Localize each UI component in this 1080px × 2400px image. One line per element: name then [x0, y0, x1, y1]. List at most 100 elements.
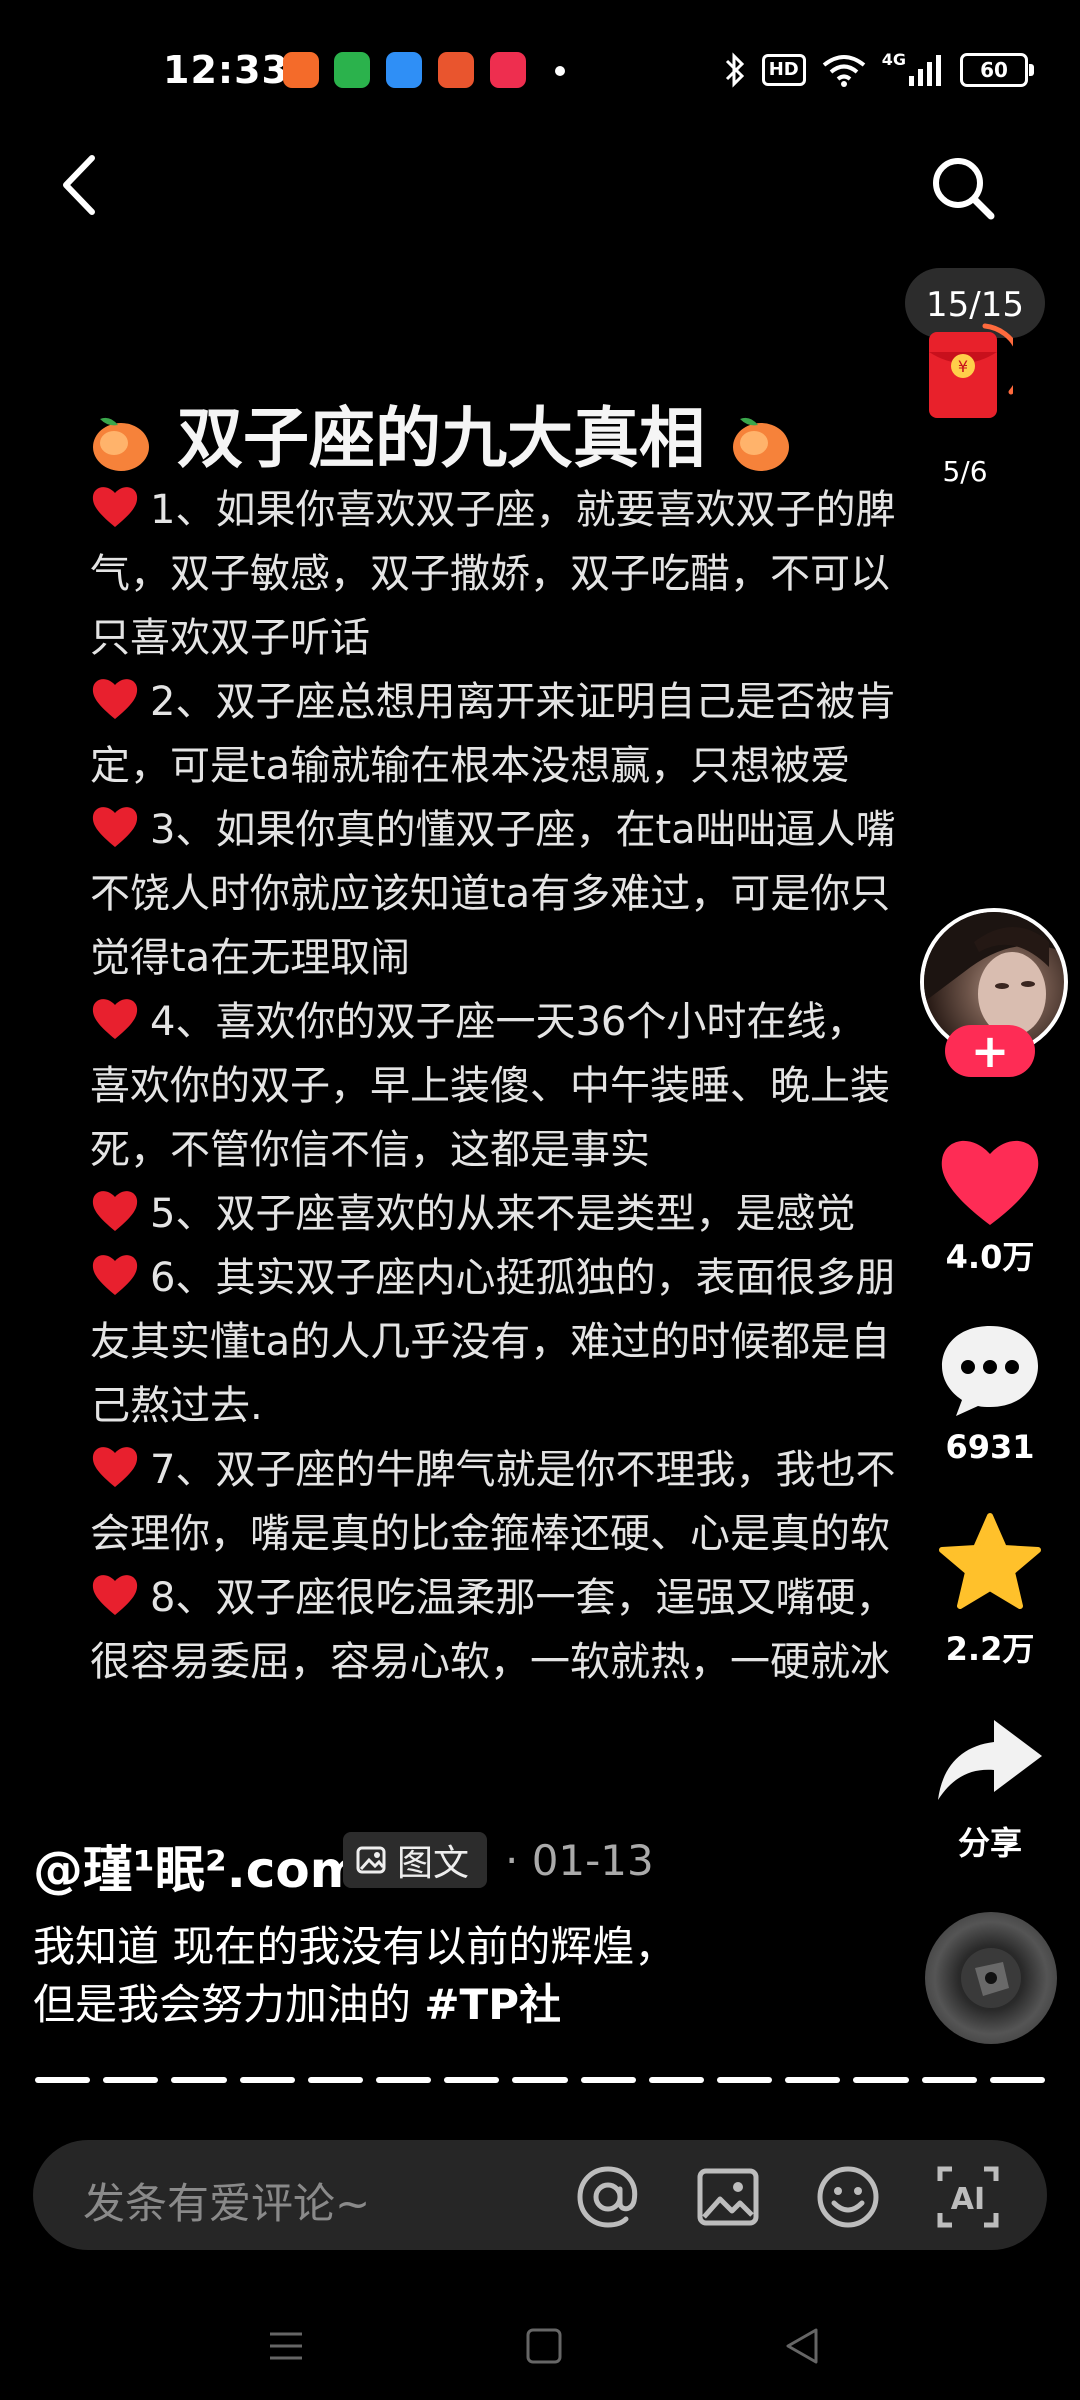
page-dash	[444, 2077, 500, 2083]
post-body: 1、如果你喜欢双子座，就要喜欢双子的脾气，双子敏感，双子撒娇，双子吃醋，不可以只…	[90, 478, 1030, 1694]
post-body-line: 气，双子敏感，双子撒娇，双子吃醋，不可以	[90, 542, 1030, 606]
post-body-line: 觉得ta在无理取闹	[90, 926, 1030, 990]
music-disc-button[interactable]	[925, 1912, 1057, 2044]
post-body-line: 很容易委屈，容易心软，一软就热，一硬就冰	[90, 1630, 1030, 1694]
post-body-text: 5、双子座喜欢的从来不是类型，是感觉	[150, 1191, 856, 1237]
post-body-line: 5、双子座喜欢的从来不是类型，是感觉	[90, 1182, 1030, 1246]
heart-emoji	[92, 679, 138, 719]
heart-emoji	[92, 1191, 138, 1231]
back-button[interactable]	[50, 150, 110, 220]
heart-emoji	[92, 487, 138, 527]
favorite-count: 2.2万	[945, 1630, 1035, 1668]
post-title-text: 双子座的九大真相	[176, 400, 705, 477]
comment-button[interactable]	[930, 1320, 1050, 1420]
peach-emoji	[93, 417, 149, 471]
page-dash	[785, 2077, 841, 2083]
heart-emoji	[92, 1575, 138, 1615]
page-dash	[853, 2077, 909, 2083]
post-body-text: 很容易委屈，容易心软，一软就热，一硬就冰	[90, 1639, 890, 1685]
follow-button[interactable]: +	[945, 1024, 1035, 1078]
heart-emoji	[92, 807, 138, 847]
app-icon-music	[490, 52, 526, 88]
page-dash	[103, 2077, 159, 2083]
image-pagination	[35, 2077, 1046, 2083]
heart-emoji	[92, 1447, 138, 1487]
post-body-line: 友其实懂ta的人几乎没有，难过的时候都是自	[90, 1310, 1030, 1374]
app-icon-orange	[283, 52, 319, 88]
post-body-text: 1、如果你喜欢双子座，就要喜欢双子的脾	[150, 487, 896, 533]
author-name[interactable]: @瑾¹眠².com	[33, 1830, 362, 1902]
page-dash	[171, 2077, 227, 2083]
post-body-line: 1、如果你喜欢双子座，就要喜欢双子的脾	[90, 478, 1030, 542]
status-bar: 12:33 HD 4G 60	[0, 0, 1080, 140]
post-type-label: 图文	[397, 1843, 470, 1884]
home-nav-icon[interactable]	[516, 2318, 572, 2374]
caption-line: 但是我会努力加油的 #TP社	[33, 1976, 833, 2034]
post-body-text: 7、双子座的牛脾气就是你不理我，我也不	[150, 1447, 896, 1493]
back-nav-icon[interactable]	[774, 2318, 830, 2374]
signal-icon	[909, 55, 941, 86]
comment-input[interactable]: 发条有爱评论~	[83, 2170, 370, 2231]
page-dash	[580, 2077, 636, 2083]
favorite-button[interactable]	[930, 1512, 1050, 1612]
page-dash	[717, 2077, 773, 2083]
svg-text:AI: AI	[951, 2182, 985, 2217]
post-body-text: 气，双子敏感，双子撒娇，双子吃醋，不可以	[90, 551, 890, 597]
post-body-text: 喜欢你的双子，早上装傻、中午装睡、晚上装	[90, 1063, 890, 1109]
post-body-line: 2、双子座总想用离开来证明自己是否被肯	[90, 670, 1030, 734]
red-packet-progress: 5/6	[942, 455, 988, 488]
post-body-text: 不饶人时你就应该知道ta有多难过，可是你只	[90, 871, 891, 917]
app-icon-game	[438, 52, 474, 88]
post-body-line: 3、如果你真的懂双子座，在ta咄咄逼人嘴	[90, 798, 1030, 862]
like-count: 4.0万	[945, 1238, 1035, 1276]
post-body-text: 定，可是ta输就输在根本没想赢，只想被爱	[90, 743, 851, 789]
image-picker-icon[interactable]	[694, 2163, 762, 2231]
page-dash	[239, 2077, 295, 2083]
post-body-line: 己熬过去.	[90, 1374, 1030, 1438]
mention-icon[interactable]	[574, 2163, 642, 2231]
page-dash	[921, 2077, 977, 2083]
app-icon-green	[334, 52, 370, 88]
post-body-line: 喜欢你的双子，早上装傻、中午装睡、晚上装	[90, 1054, 1030, 1118]
post-body-text: 会理你，嘴是真的比金箍棒还硬、心是真的软	[90, 1511, 890, 1557]
post-body-text: 己熬过去.	[90, 1383, 263, 1429]
peach-emoji	[732, 417, 789, 471]
search-button[interactable]	[925, 150, 1000, 225]
post-body-line: 死，不管你信不信，这都是事实	[90, 1118, 1030, 1182]
post-body-line: 7、双子座的牛脾气就是你不理我，我也不	[90, 1438, 1030, 1502]
network-type: 4G	[881, 50, 906, 69]
post-body-line: 会理你，嘴是真的比金箍棒还硬、心是真的软	[90, 1502, 1030, 1566]
status-indicators: HD 4G 60	[724, 50, 1034, 90]
post-body-line: 8、双子座很吃温柔那一套，逞强又嘴硬，	[90, 1566, 1030, 1630]
hashtag-link[interactable]: #TP社	[424, 1980, 561, 2029]
page-dash	[512, 2077, 568, 2083]
red-packet-icon[interactable]: ¥	[925, 322, 1013, 422]
post-caption: 我知道 现在的我没有以前的辉煌， 但是我会努力加油的 #TP社	[33, 1918, 833, 2034]
app-icon-blue	[386, 52, 422, 88]
post-body-line: 只喜欢双子听话	[90, 606, 1030, 670]
post-body-line: 6、其实双子座内心挺孤独的，表面很多朋	[90, 1246, 1030, 1310]
post-body-text: 2、双子座总想用离开来证明自己是否被肯	[150, 679, 896, 725]
share-button[interactable]	[930, 1712, 1050, 1812]
ai-icon[interactable]: AI	[934, 2163, 1002, 2231]
post-body-text: 觉得ta在无理取闹	[90, 935, 411, 981]
heart-emoji	[92, 999, 138, 1039]
menu-nav-icon[interactable]	[258, 2318, 314, 2374]
post-body-text: 友其实懂ta的人几乎没有，难过的时候都是自	[90, 1319, 891, 1365]
caption-line: 我知道 现在的我没有以前的辉煌，	[33, 1922, 677, 1971]
more-notifications-dot	[555, 66, 565, 76]
post-type-badge: 图文	[343, 1832, 488, 1888]
page-dash	[376, 2077, 432, 2083]
page-dash	[648, 2077, 705, 2083]
post-body-line: 定，可是ta输就输在根本没想赢，只想被爱	[90, 734, 1030, 798]
like-button[interactable]	[930, 1130, 1050, 1230]
battery-indicator: 60	[960, 53, 1034, 87]
bluetooth-icon	[725, 52, 744, 88]
post-body-text: 只喜欢双子听话	[90, 615, 370, 661]
caption-text: 但是我会努力加油的	[33, 1980, 425, 2029]
image-text-icon	[356, 1846, 386, 1874]
page-dash	[307, 2077, 364, 2083]
emoji-icon[interactable]	[814, 2163, 882, 2231]
post-body-text: 4、喜欢你的双子座一天36个小时在线，	[150, 999, 867, 1045]
page-dash	[35, 2077, 91, 2083]
